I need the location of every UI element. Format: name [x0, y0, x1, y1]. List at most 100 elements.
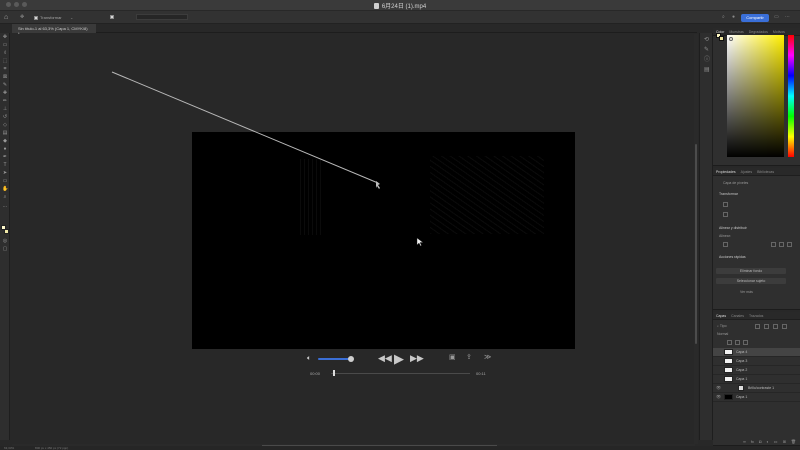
blend-mode-dropdown[interactable]: Normal — [717, 332, 728, 336]
height-field[interactable] — [723, 212, 728, 217]
home-icon[interactable]: ⌂ — [4, 14, 8, 21]
search-icon[interactable]: ⌕ — [722, 15, 725, 20]
filter-shape-icon[interactable] — [782, 324, 787, 329]
quick-mask-icon[interactable]: ◎ — [2, 239, 8, 244]
zoom-tool-icon[interactable]: ⌕ — [2, 195, 8, 200]
layer-row[interactable]: 👁︎ Capa 1 — [713, 393, 800, 402]
pen-tool-icon[interactable]: ✒ — [2, 155, 8, 160]
quick-actions-title[interactable]: Acciones rápidas — [719, 255, 746, 259]
tab-libraries[interactable]: Bibliotecas — [757, 168, 774, 175]
screen-mode-icon[interactable]: ▢ — [2, 247, 8, 252]
tab-gradients[interactable]: Degradados — [749, 28, 768, 35]
rewind-icon[interactable]: ◀◀ — [378, 354, 392, 363]
hue-slider[interactable] — [788, 35, 794, 157]
fx-icon[interactable]: fx — [751, 439, 754, 445]
filter-type-icon[interactable] — [773, 324, 778, 329]
mask-icon[interactable]: ◘ — [759, 439, 761, 445]
tab-paths[interactable]: Trazados — [749, 312, 763, 319]
play-icon[interactable]: ▶ — [394, 352, 404, 365]
trash-icon[interactable]: 🗑︎ — [791, 439, 796, 445]
lock-position-icon[interactable] — [735, 340, 740, 345]
scrollbar-thumb[interactable] — [695, 144, 697, 344]
zoom-level[interactable]: 63,33% — [4, 446, 14, 450]
layer-row[interactable]: Capa 4 — [713, 348, 800, 357]
document-tab[interactable]: Sin título-1 al 63,3% (Capa 1, CMYK/8) * — [12, 24, 96, 36]
tab-patterns[interactable]: Motivos — [773, 28, 785, 35]
type-tool-icon[interactable]: T — [2, 163, 8, 168]
eye-icon[interactable] — [716, 368, 720, 372]
tab-swatches[interactable]: Muestras — [729, 28, 743, 35]
tab-properties[interactable]: Propiedades — [716, 168, 736, 175]
layer-row[interactable]: Capa 1 — [713, 375, 800, 384]
document-canvas[interactable] — [192, 132, 575, 349]
align-left-icon[interactable] — [723, 242, 728, 247]
remove-background-button[interactable]: Eliminar fondo — [716, 268, 786, 274]
history-icon[interactable]: ⟲ — [704, 37, 710, 43]
eyedropper-tool-icon[interactable]: ✎ — [2, 83, 8, 88]
background-color-swatch[interactable] — [719, 36, 724, 41]
eye-icon[interactable] — [716, 350, 720, 354]
history-brush-tool-icon[interactable]: ↺ — [2, 115, 8, 120]
width-field[interactable] — [723, 202, 728, 207]
lasso-tool-icon[interactable]: ℓ — [2, 51, 8, 56]
options-input[interactable] — [136, 14, 188, 20]
dodge-tool-icon[interactable]: ● — [2, 147, 8, 152]
folder-icon[interactable]: ▭ — [774, 439, 778, 445]
marquee-tool-icon[interactable]: ▭ — [2, 43, 8, 48]
healing-tool-icon[interactable]: ✚ — [2, 91, 8, 96]
scrubber-track[interactable] — [331, 373, 470, 374]
path-select-tool-icon[interactable]: ➤ — [2, 171, 8, 176]
color-picker-field[interactable] — [727, 35, 784, 157]
adjustment-layer-icon[interactable]: ◐ — [766, 439, 768, 445]
select-subject-button[interactable]: Seleccionar sujeto — [716, 278, 786, 284]
new-layer-icon[interactable]: ⊞ — [783, 439, 786, 445]
transform-checkbox[interactable]: Transformar — [34, 15, 62, 20]
layer-row[interactable]: 👁︎ Brillo/contraste 1 — [713, 384, 800, 393]
layer-row[interactable]: Capa 3 — [713, 357, 800, 366]
user-icon[interactable]: ● — [732, 15, 735, 20]
filter-pixel-icon[interactable] — [755, 324, 760, 329]
eye-icon[interactable]: 👁︎ — [716, 386, 721, 390]
speed-icon[interactable]: ≫ — [484, 354, 491, 362]
fast-forward-icon[interactable]: ▶▶ — [410, 354, 424, 363]
eye-icon[interactable] — [716, 377, 720, 381]
more-tools-icon[interactable]: ⋯ — [2, 205, 8, 210]
filter-adjust-icon[interactable] — [764, 324, 769, 329]
airplay-icon[interactable]: ▣ — [449, 354, 456, 362]
background-color-swatch[interactable] — [4, 229, 9, 234]
brush-tool-icon[interactable]: ✏ — [2, 99, 8, 104]
blur-tool-icon[interactable]: ◆ — [2, 139, 8, 144]
align-bottom-icon[interactable] — [787, 242, 792, 247]
move-tool-icon[interactable]: ✥ — [20, 15, 24, 20]
workspace-icon[interactable]: ▭ — [774, 15, 779, 20]
crop-tool-icon[interactable]: ⌗ — [2, 67, 8, 72]
lock-all-icon[interactable] — [743, 340, 748, 345]
volume-icon[interactable]: 🔈︎ — [307, 355, 311, 363]
scrubber-knob[interactable] — [333, 370, 335, 376]
link-icon[interactable]: ∞ — [743, 439, 746, 445]
libraries-icon[interactable]: ▤ — [704, 67, 710, 73]
more-link[interactable]: Ver más — [740, 290, 753, 294]
vertical-scrollbar[interactable] — [694, 34, 698, 444]
share-button[interactable]: Compartir — [741, 14, 769, 22]
auto-select-dropdown[interactable]: ⌄ — [70, 15, 73, 20]
layer-row[interactable]: Capa 2 — [713, 366, 800, 375]
eye-icon[interactable] — [716, 359, 720, 363]
info-icon[interactable]: ⓘ — [704, 57, 710, 63]
brush-settings-icon[interactable]: ✎ — [704, 47, 710, 53]
align-section-title[interactable]: Alinear y distribuir — [719, 226, 747, 230]
share-icon[interactable]: ⇪ — [466, 354, 472, 362]
tab-adjustments[interactable]: Ajustes — [741, 168, 752, 175]
tab-channels[interactable]: Canales — [731, 312, 744, 319]
stamp-tool-icon[interactable]: ⊥ — [2, 107, 8, 112]
lock-pixels-icon[interactable] — [727, 340, 732, 345]
frame-tool-icon[interactable]: ⊠ — [2, 75, 8, 80]
eraser-tool-icon[interactable]: ◇ — [2, 123, 8, 128]
more-icon[interactable]: ⋯ — [785, 15, 790, 20]
tab-layers[interactable]: Capas — [716, 312, 726, 319]
eye-icon[interactable]: 👁︎ — [716, 395, 721, 399]
transform-section-title[interactable]: Transformar — [719, 192, 738, 196]
document-info[interactable]: 800 px x 450 px (72 ppp) — [35, 446, 68, 450]
layer-filter-dropdown[interactable]: ⌕ Tipo — [717, 324, 727, 328]
move-tool-icon[interactable]: ✥ — [2, 35, 8, 40]
